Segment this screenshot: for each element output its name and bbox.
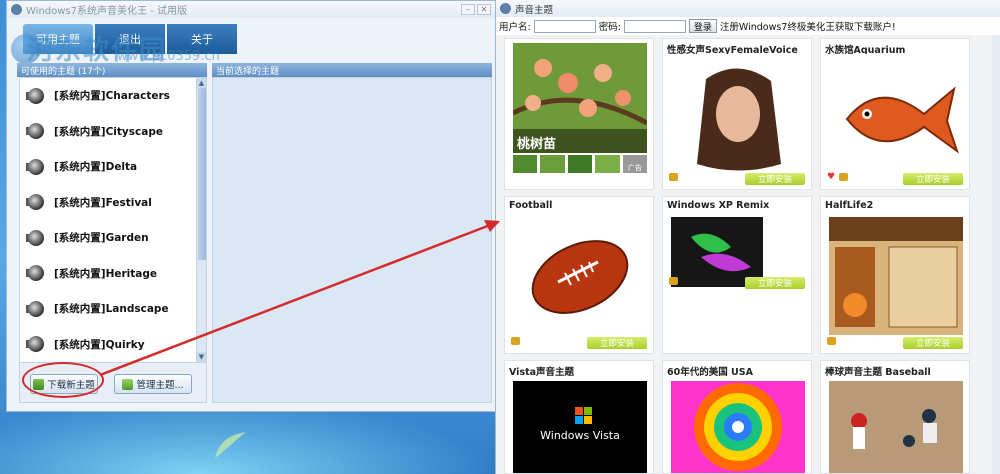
- list-item[interactable]: [系统内置]Garden: [20, 220, 206, 256]
- window-title: Windows7系统声音美化王 - 试用版: [26, 6, 187, 17]
- selected-theme-panel: [212, 77, 492, 403]
- list-item[interactable]: [系统内置]Quirky: [20, 327, 206, 363]
- password-label: 密码:: [598, 22, 621, 33]
- available-themes-header: 可使用的主题 (17个): [17, 63, 207, 77]
- selected-theme-header: 当前选择的主题: [212, 63, 492, 77]
- login-bar: 用户名: 密码: 登录 注册Windows7终极美化王获取下载账户!: [496, 17, 1000, 35]
- speaker-icon: [26, 119, 48, 143]
- scroll-thumb[interactable]: [198, 88, 206, 260]
- list-item[interactable]: [系统内置]Characters: [20, 78, 206, 114]
- tab-bar: 可用主题 退出 关于 河东软件园: [7, 18, 495, 66]
- theme-card[interactable]: Vista声音主题 Windows Vista: [504, 360, 654, 474]
- username-label: 用户名:: [499, 22, 531, 33]
- list-item[interactable]: [系统内置]Landscape: [20, 291, 206, 327]
- theme-list[interactable]: [系统内置]Characters [系统内置]Cityscape [系统内置]D…: [19, 77, 207, 363]
- speaker-icon: [26, 261, 48, 285]
- peach-caption: 桃树苗: [517, 137, 557, 152]
- theme-gallery: 桃树苗 广告 性感女声SexyFemaleVoice 立即安装 水族馆Aquar…: [496, 35, 1000, 474]
- theme-card[interactable]: Windows XP Remix 立即安装: [662, 196, 812, 354]
- theme-card[interactable]: 60年代的美国 USA: [662, 360, 812, 474]
- speaker-icon: [26, 155, 48, 179]
- manage-themes-button[interactable]: 管理主题...: [114, 374, 192, 394]
- favorite-icon[interactable]: ♥: [827, 173, 836, 182]
- speaker-icon: [26, 297, 48, 321]
- lock-icon: [839, 173, 848, 181]
- list-item[interactable]: [系统内置]Cityscape: [20, 114, 206, 150]
- close-icon[interactable]: ✕: [477, 4, 491, 15]
- lock-icon: [511, 337, 520, 345]
- install-button[interactable]: 立即安装: [903, 337, 963, 349]
- halflife2-image: [829, 217, 963, 335]
- tie-dye-image: [671, 381, 805, 473]
- ad-label: 广告: [622, 155, 648, 173]
- theme-manager-window: Windows7系统声音美化王 - 试用版 – ✕ 可用主题 退出 关于 河东软…: [6, 0, 496, 412]
- theme-card[interactable]: Football 立即安装: [504, 196, 654, 354]
- theme-card[interactable]: 棒球声音主题 Baseball: [820, 360, 970, 474]
- watermark-url: www.pc0359.cn: [117, 49, 220, 64]
- list-item[interactable]: [系统内置]Delta: [20, 149, 206, 185]
- baseball-image: [829, 381, 963, 473]
- fish-image: [829, 59, 963, 177]
- lock-icon: [669, 173, 678, 181]
- install-button[interactable]: 立即安装: [745, 173, 805, 185]
- app-icon: [11, 4, 22, 15]
- install-button[interactable]: 立即安装: [587, 337, 647, 349]
- football-image: [513, 217, 647, 335]
- theme-card[interactable]: 桃树苗 广告: [504, 38, 654, 190]
- title-bar: Windows7系统声音美化王 - 试用版 – ✕: [7, 1, 495, 18]
- speaker-icon: [26, 332, 48, 356]
- lock-icon: [669, 277, 678, 285]
- vista-logo-text: Windows Vista: [540, 429, 620, 442]
- install-button[interactable]: 立即安装: [903, 173, 963, 185]
- highlight-circle: [22, 362, 104, 398]
- theme-card[interactable]: HalfLife2 立即安装: [820, 196, 970, 354]
- theme-list-scrollbar[interactable]: ▲ ▼: [196, 78, 206, 362]
- vista-image: [513, 381, 647, 473]
- title-bar: 声音主题: [496, 0, 1000, 17]
- speaker-icon: [26, 84, 48, 108]
- gallery-scrollbar[interactable]: [992, 35, 1000, 474]
- speaker-icon: [26, 226, 48, 250]
- sound-themes-window: 声音主题 用户名: 密码: 登录 注册Windows7终极美化王获取下载账户! …: [495, 0, 1000, 474]
- install-button[interactable]: 立即安装: [745, 277, 805, 289]
- username-input[interactable]: [533, 19, 596, 33]
- app-icon: [500, 3, 511, 14]
- desktop-leaf-icon: [215, 432, 246, 458]
- minimize-icon[interactable]: –: [461, 4, 475, 15]
- speaker-icon: [26, 190, 48, 214]
- register-link[interactable]: 注册Windows7终极美化王获取下载账户!: [720, 19, 896, 33]
- login-button[interactable]: 登录: [688, 19, 717, 33]
- window-title: 声音主题: [515, 4, 554, 16]
- theme-card[interactable]: 水族馆Aquarium ♥ 立即安装: [820, 38, 970, 190]
- peach-strip: 广告: [513, 155, 648, 173]
- list-item[interactable]: [系统内置]Festival: [20, 185, 206, 221]
- lock-icon: [827, 337, 836, 345]
- female-voice-image: [671, 59, 805, 177]
- theme-card[interactable]: 性感女声SexyFemaleVoice 立即安装: [662, 38, 812, 190]
- password-input[interactable]: [623, 19, 686, 33]
- scroll-down-icon[interactable]: ▼: [197, 352, 206, 362]
- manage-icon: [122, 378, 134, 390]
- list-item[interactable]: [系统内置]Heritage: [20, 256, 206, 292]
- scroll-up-icon[interactable]: ▲: [197, 78, 206, 88]
